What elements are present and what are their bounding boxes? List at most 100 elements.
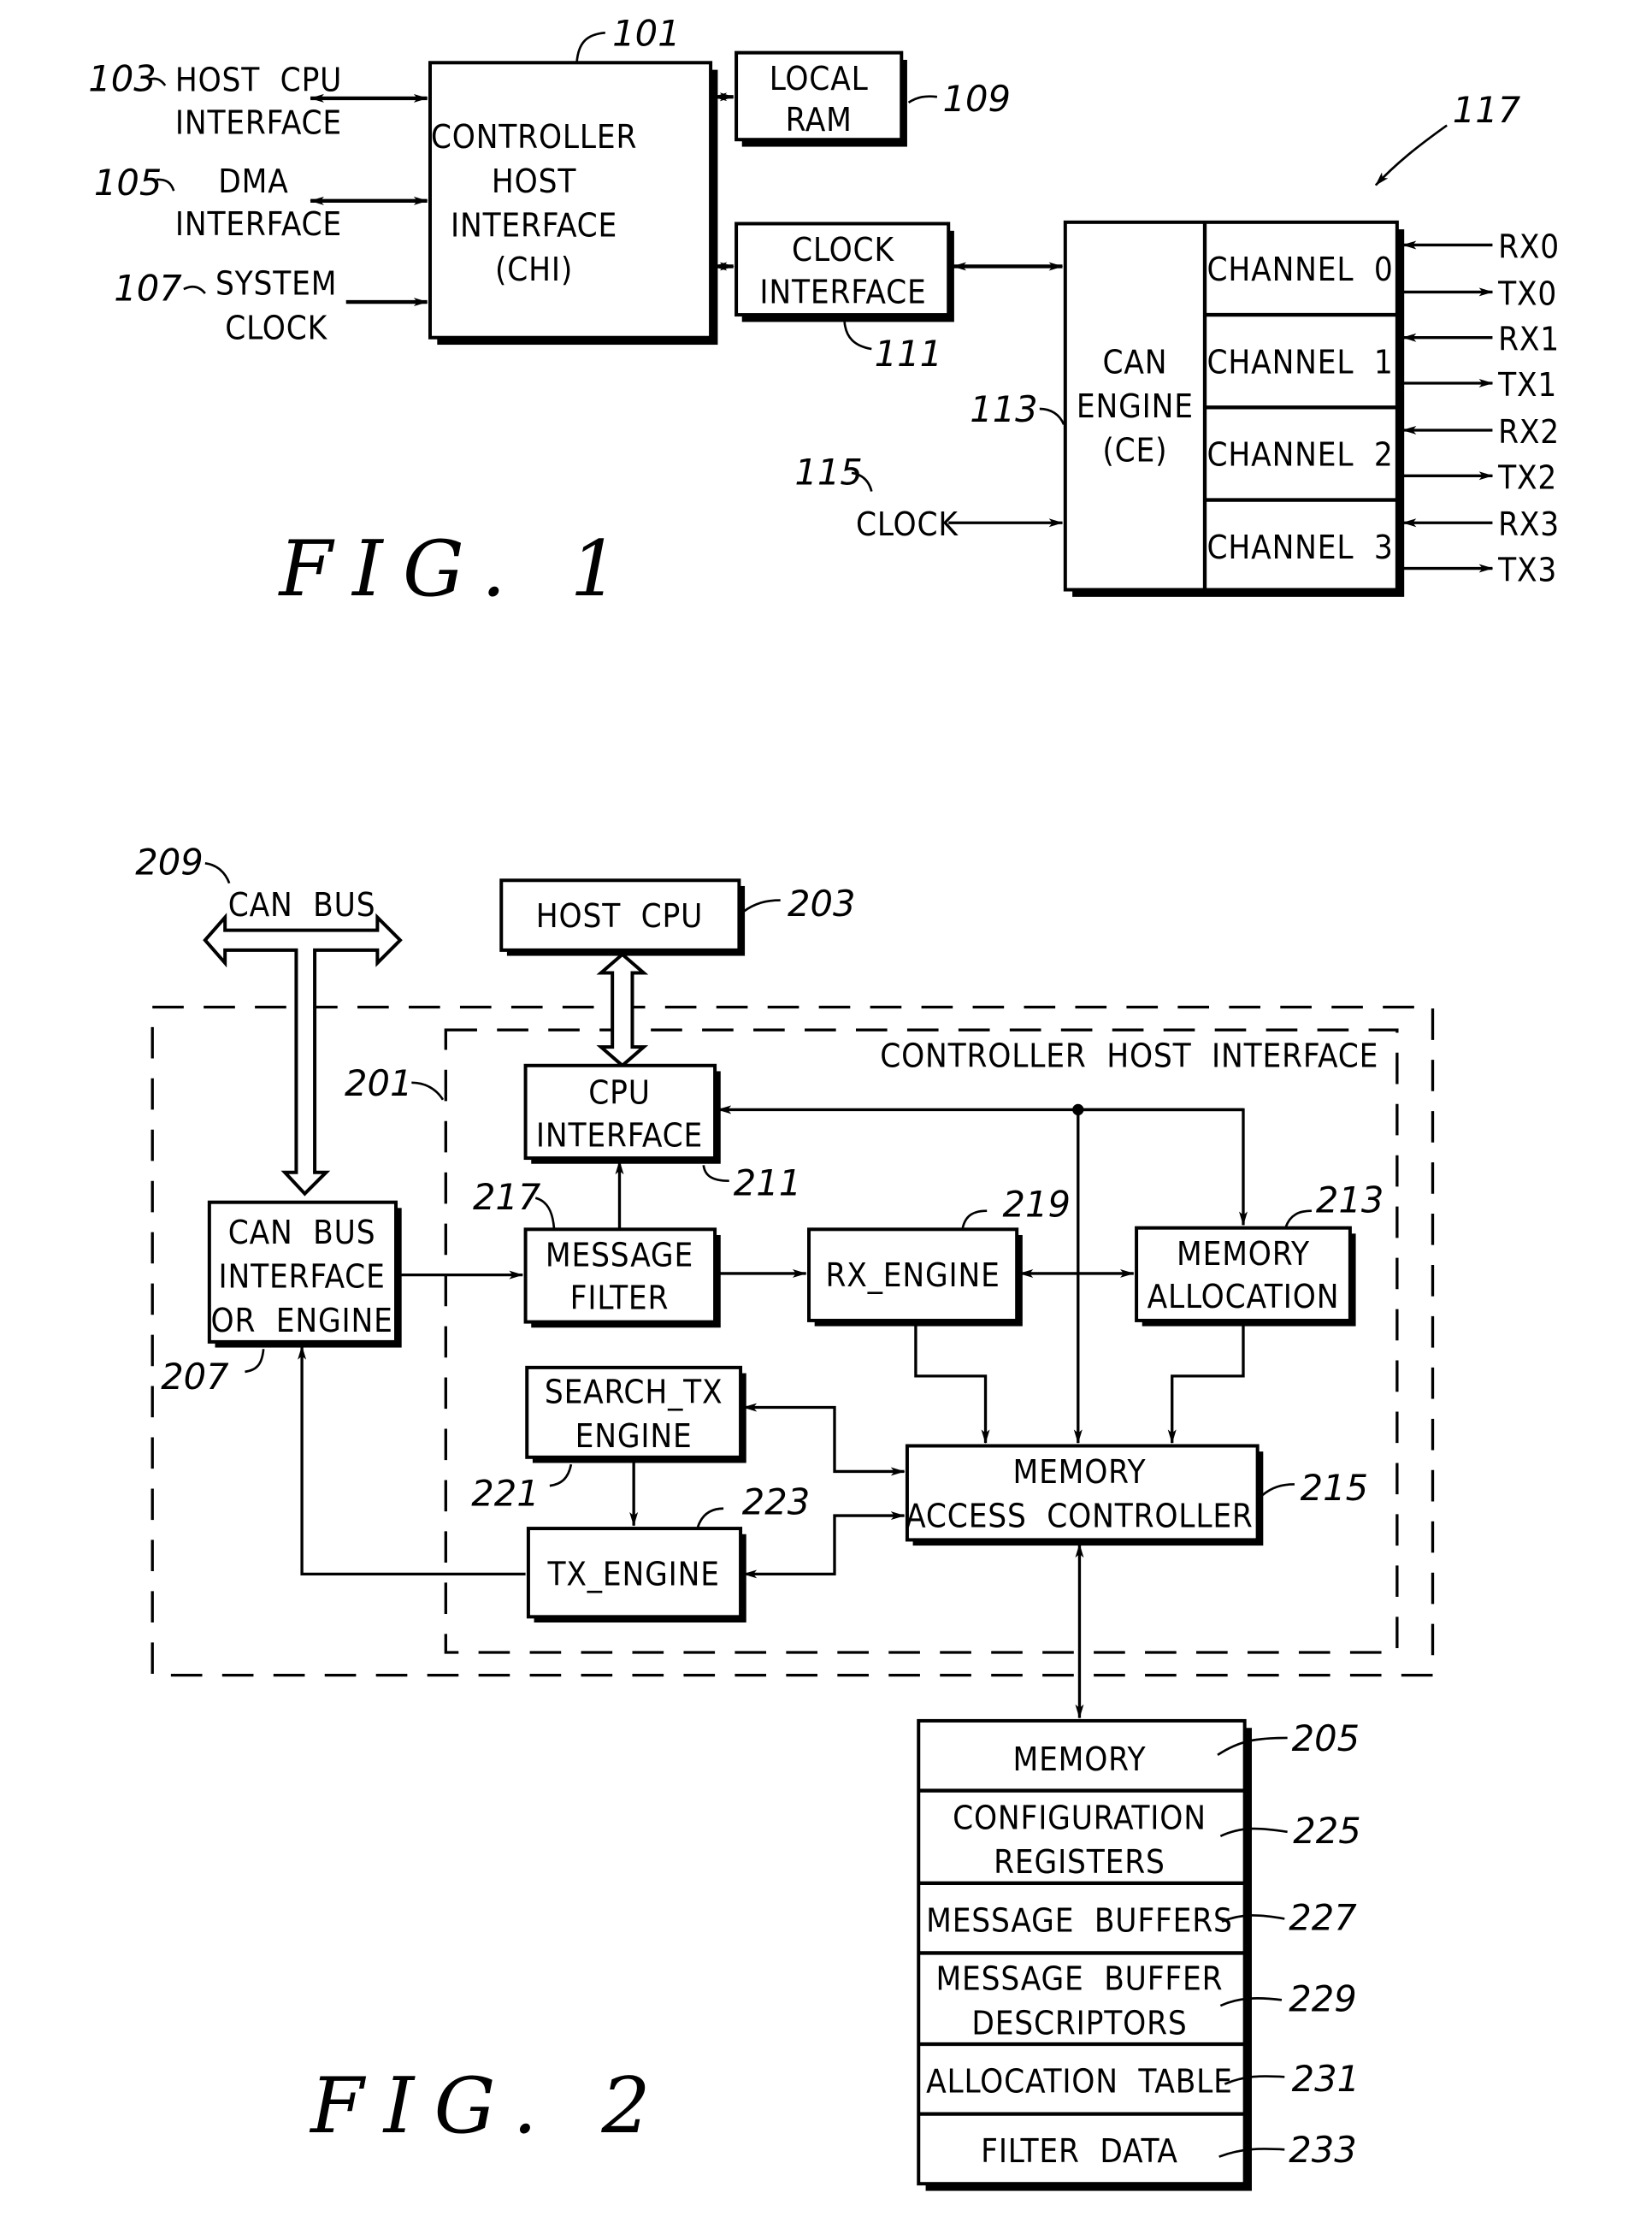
memory-allocation-block: MEMORY ALLOCATION 213 [1135,1179,1384,1327]
ref-105: 105 [94,162,162,204]
mbd-line2: DESCRIPTORS [971,2004,1187,2042]
rx-engine-ref-leader [961,1209,988,1229]
chi-label-line3: INTERFACE [451,206,617,245]
host-cpu-block: HOST CPU 203 [499,878,855,1068]
ce-ref-leader [1039,407,1065,425]
ref-107-leader [183,285,206,294]
channel-2-label: CHANNEL 2 [1207,436,1394,475]
chi-label-line4: (CHI) [495,251,573,289]
memory-stack: MEMORY 205 CONFIGURATION REGISTERS 225 M… [917,1717,1361,2191]
config-registers-line1: CONFIGURATION [953,1800,1207,1838]
can-bus-interface-ref: 207 [161,1356,229,1398]
rx3-label: RX3 [1498,505,1560,544]
conn-tx-mac [742,1511,906,1579]
rx1-label: RX1 [1498,321,1560,359]
input-107-line1: SYSTEM [215,265,337,304]
memory-allocation-ref-leader [1284,1209,1312,1227]
host-cpu-ref: 203 [788,883,855,925]
tx3-label: TX3 [1497,552,1557,590]
message-filter-line2: FILTER [570,1280,670,1318]
rx2-label: RX2 [1498,413,1560,452]
cpu-interface-ref: 211 [734,1161,801,1203]
clock-input: 115 CLOCK [794,451,1064,544]
channel-0-label: CHANNEL 0 [1207,251,1394,289]
message-filter-line1: MESSAGE [546,1237,693,1275]
mbd-ref: 229 [1289,1978,1356,2020]
rx-engine-block: RX_ENGINE 219 [807,1183,1071,1327]
config-registers-ref: 225 [1293,1810,1360,1852]
tx1-label: TX1 [1497,366,1557,405]
local-ram-ref: 109 [943,78,1011,120]
ce-line2: ENGINE [1077,387,1194,426]
can-bus-arrow [203,913,403,1197]
chi-ref-leader [575,31,605,63]
rx-engine-label: RX_ENGINE [826,1256,1000,1295]
clock-interface-line2: INTERFACE [759,274,926,312]
message-filter-ref: 217 [473,1176,541,1218]
region-label: CONTROLLER HOST INTERFACE [880,1037,1378,1075]
host-cpu-ref-leader [742,899,781,913]
conn-searchtx-mac [742,1403,906,1476]
cpu-interface-line2: INTERFACE [536,1117,703,1155]
can-bus-interface-block: CAN BUS INTERFACE OR ENGINE 207 [161,1200,402,1398]
memory-allocation-line2: ALLOCATION [1148,1278,1340,1316]
input-107-line2: CLOCK [225,309,327,347]
rx0-label: RX0 [1498,228,1560,266]
filter-data-label: FILTER DATA [981,2132,1178,2171]
input-103-line2: INTERFACE [175,104,342,143]
memory-row-233: FILTER DATA 233 [981,2129,1357,2171]
conn-bus-to-memalloc [1077,1108,1248,1226]
patent-figures: CONTROLLER HOST INTERFACE (CHI) 101 103 … [88,12,1560,2191]
input-system-clock: 107 SYSTEM CLOCK [114,265,428,347]
memory-allocation-line1: MEMORY [1177,1235,1310,1274]
ref-103: 103 [88,58,156,100]
tx0-label: TX0 [1497,275,1557,313]
figure-2: CONTROLLER HOST INTERFACE 201 209 CAN BU… [135,842,1435,2191]
allocation-table-label: ALLOCATION TABLE [926,2063,1233,2101]
host-cpu-label: HOST CPU [536,897,703,936]
memory-row-231: ALLOCATION TABLE 231 [926,2058,1360,2101]
mac-line2: ACCESS CONTROLLER [906,1497,1254,1535]
clock-interface-line1: CLOCK [792,231,894,269]
figure-1: CONTROLLER HOST INTERFACE (CHI) 101 103 … [88,12,1560,614]
region-ref-leader [411,1081,445,1101]
ref-117-pointer [1374,124,1448,186]
input-host-cpu-interface: 103 HOST CPU INTERFACE [88,58,428,143]
mbd-line1: MESSAGE BUFFER [936,1960,1224,1999]
fig2-caption: FIG. 2 [309,2062,670,2151]
memory-allocation-ref: 213 [1316,1179,1384,1220]
tx-engine-label: TX_ENGINE [547,1556,720,1594]
tx-engine-ref: 223 [742,1481,810,1522]
cpu-interface-line1: CPU [588,1074,651,1113]
local-ram-line1: LOCAL [770,60,869,98]
tx2-label: TX2 [1497,458,1557,497]
can-bus-interface-ref-leader [245,1349,265,1374]
region-ref-201: 201 [345,1062,412,1104]
clock-interface-ref: 111 [875,333,942,375]
search-tx-engine-line2: ENGINE [575,1417,693,1456]
chi-ref: 101 [612,12,680,54]
mac-ref: 215 [1301,1467,1368,1509]
chi-block: CONTROLLER HOST INTERFACE (CHI) 101 [428,12,718,346]
allocation-table-ref: 231 [1292,2058,1360,2100]
ref-107: 107 [114,267,182,309]
chi-label-line2: HOST [492,163,576,201]
can-bus-interface-line2: INTERFACE [219,1258,386,1297]
search-tx-engine-ref: 221 [471,1472,539,1514]
tx-engine-ref-leader [696,1507,724,1528]
ce-ref: 113 [970,388,1037,430]
can-bus-interface-line1: CAN BUS [228,1214,376,1252]
memory-row-227: MESSAGE BUFFERS 227 [926,1897,1357,1941]
input-105-line2: INTERFACE [175,205,342,244]
channel-1-label: CHANNEL 1 [1207,343,1394,381]
input-103-line1: HOST CPU [175,62,342,100]
can-engine-block: CAN ENGINE (CE) 113 CHANNEL 0 RX0 TX0 CH… [970,89,1560,597]
message-buffers-ref: 227 [1289,1897,1357,1939]
host-cpu-bus-arrow [596,952,649,1068]
conn-rx-to-mac [914,1323,990,1444]
message-filter-block: MESSAGE FILTER 217 [473,1176,721,1328]
ce-line3: (CE) [1102,432,1167,470]
local-ram-line2: RAM [786,101,853,139]
local-ram-ref-leader [907,95,938,104]
tx-engine-block: TX_ENGINE 223 [526,1481,810,1623]
